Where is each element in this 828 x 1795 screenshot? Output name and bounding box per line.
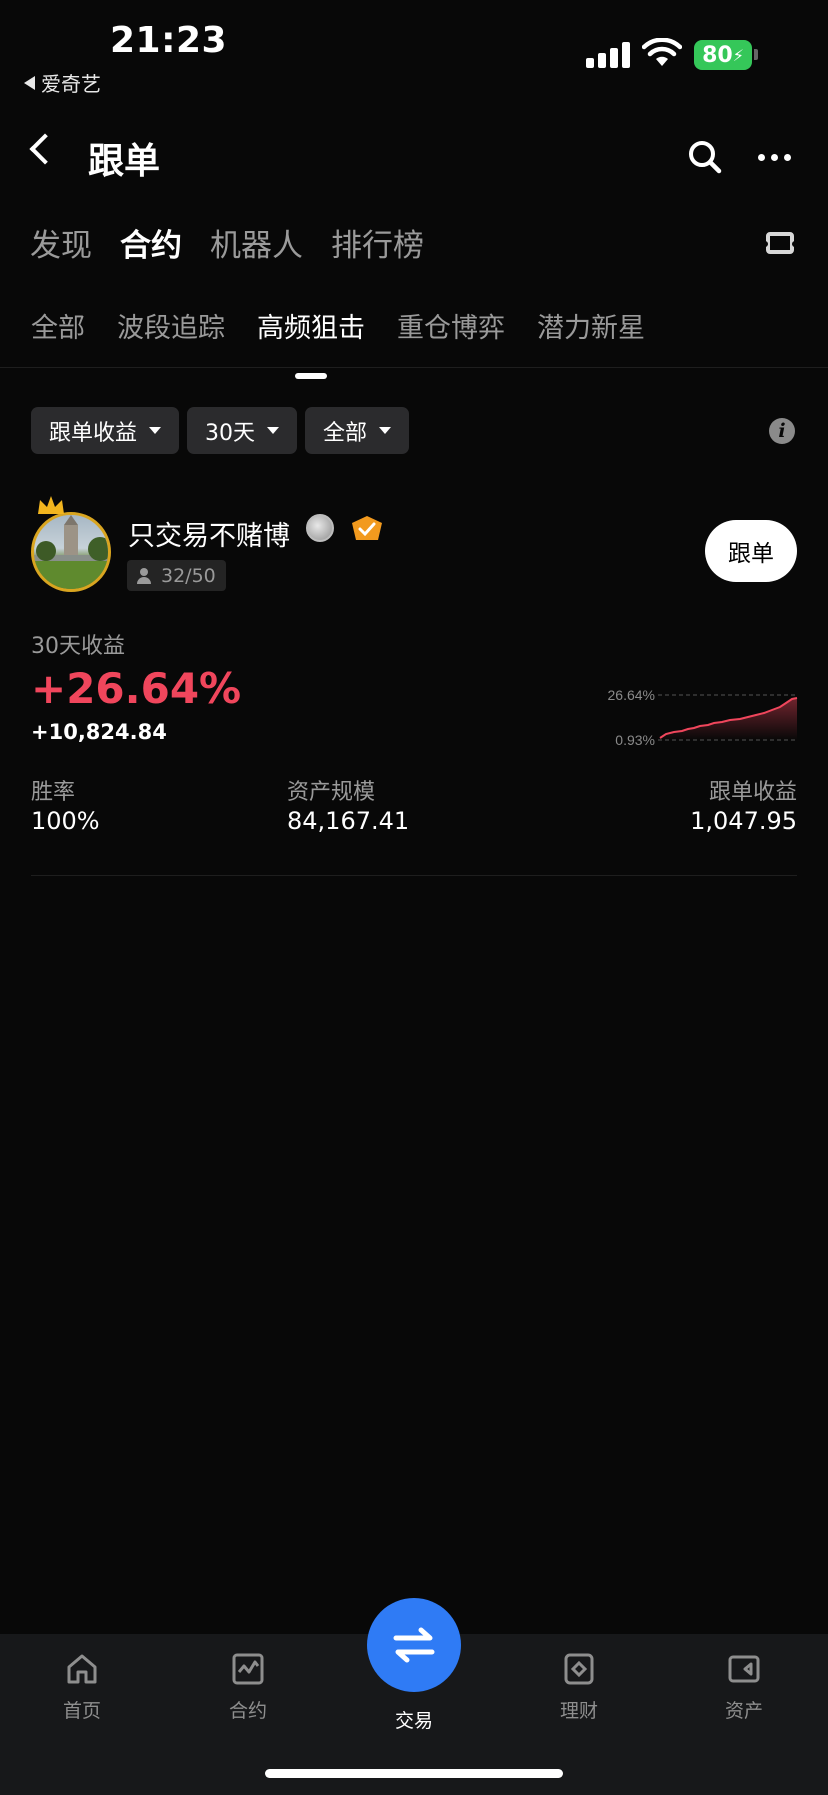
nav-contract-label: 合约: [228, 1700, 267, 1722]
caret-down-icon: [267, 427, 280, 434]
status-time: 21:23: [110, 20, 228, 61]
more-icon[interactable]: [758, 154, 791, 161]
subtab-heavy-position[interactable]: 重仓博弈: [397, 306, 505, 345]
nav-contract[interactable]: 合约: [193, 1652, 303, 1723]
nav-trade[interactable]: 交易: [359, 1706, 469, 1733]
battery-icon: 80 ⚡: [694, 40, 752, 70]
nav-assets[interactable]: 资产: [689, 1652, 799, 1723]
stat-label-copy-profit: 跟单收益: [708, 780, 797, 805]
caret-down-icon: [379, 427, 392, 434]
nav-assets-label: 资产: [724, 1700, 763, 1722]
back-to-app-link[interactable]: 爱奇艺: [24, 68, 101, 97]
follow-button[interactable]: 跟单: [705, 520, 797, 582]
avatar-image: [34, 515, 108, 589]
subtab-rising-star[interactable]: 潜力新星: [537, 306, 645, 345]
tab-contract[interactable]: 合约: [120, 220, 182, 265]
return-sparkline: 26.64% 0.93%: [608, 687, 798, 748]
sparkline-min-label: 0.93%: [615, 732, 655, 748]
wealth-icon: [564, 1653, 594, 1685]
nav-wealth[interactable]: 理财: [524, 1652, 634, 1723]
wallet-icon: [728, 1655, 760, 1683]
back-app-label: 爱奇艺: [41, 72, 101, 96]
nav-wealth-label: 理财: [559, 1700, 598, 1722]
verified-badge-icon: [352, 516, 382, 540]
stat-value-copy-profit: 1,047.95: [690, 807, 797, 835]
divider: [31, 875, 797, 876]
nav-home[interactable]: 首页: [27, 1652, 137, 1723]
divider: [0, 367, 828, 368]
nav-trade-label: 交易: [394, 1710, 433, 1732]
silver-medal-icon: [306, 514, 334, 542]
signal-icon: [586, 42, 630, 68]
ticket-icon[interactable]: [762, 232, 798, 254]
wifi-icon: [642, 38, 682, 66]
stat-label-aum: 资产规模: [287, 780, 376, 805]
return-amount: +10,824.84: [31, 720, 167, 744]
filter-period[interactable]: 30天: [187, 407, 298, 454]
stat-value-aum: 84,167.41: [287, 807, 410, 835]
stat-label-winrate: 胜率: [31, 780, 76, 805]
chart-icon: [232, 1653, 264, 1685]
stat-value-winrate: 100%: [31, 807, 100, 835]
filter-scope[interactable]: 全部: [305, 407, 410, 454]
battery-level: 80: [702, 42, 733, 68]
subtab-swing[interactable]: 波段追踪: [117, 306, 225, 345]
sparkline-max-label: 26.64%: [608, 687, 655, 703]
return-percent: +26.64%: [31, 664, 242, 713]
trader-name[interactable]: 只交易不赌博: [128, 514, 290, 553]
tab-ranking[interactable]: 排行榜: [331, 220, 424, 265]
filter-sort[interactable]: 跟单收益: [31, 407, 180, 454]
sub-tabs: 全部 波段追踪 高频狙击 重仓博弈 潜力新星: [31, 306, 645, 379]
main-tabs: 发现 合约 机器人 排行榜: [30, 220, 424, 265]
home-indicator[interactable]: [265, 1769, 563, 1778]
tab-discover[interactable]: 发现: [30, 220, 92, 265]
follower-count: 32/50: [161, 564, 216, 587]
filter-period-label: 30天: [205, 420, 256, 446]
back-arrow-icon[interactable]: [29, 133, 61, 165]
filter-scope-label: 全部: [323, 420, 368, 446]
trader-avatar[interactable]: [31, 512, 111, 592]
back-triangle-icon: [24, 75, 35, 90]
person-icon: [137, 567, 151, 584]
nav-home-label: 首页: [62, 1700, 101, 1722]
filter-bar: 跟单收益 30天 全部: [31, 407, 410, 454]
page-title: 跟单: [88, 141, 161, 182]
subtab-high-frequency[interactable]: 高频狙击: [257, 306, 365, 379]
subtab-all[interactable]: 全部: [31, 306, 85, 345]
filter-sort-label: 跟单收益: [49, 420, 138, 446]
caret-down-icon: [149, 427, 162, 434]
battery-tip: [754, 49, 758, 60]
swap-icon: [393, 1627, 435, 1663]
follower-count-badge: 32/50: [127, 560, 226, 591]
crown-icon: [38, 496, 64, 514]
home-icon: [67, 1654, 97, 1684]
search-icon[interactable]: [688, 140, 722, 174]
tab-robot[interactable]: 机器人: [210, 220, 303, 265]
trade-button[interactable]: [367, 1598, 461, 1692]
info-icon[interactable]: i: [769, 418, 795, 444]
return-label: 30天收益: [31, 634, 125, 659]
